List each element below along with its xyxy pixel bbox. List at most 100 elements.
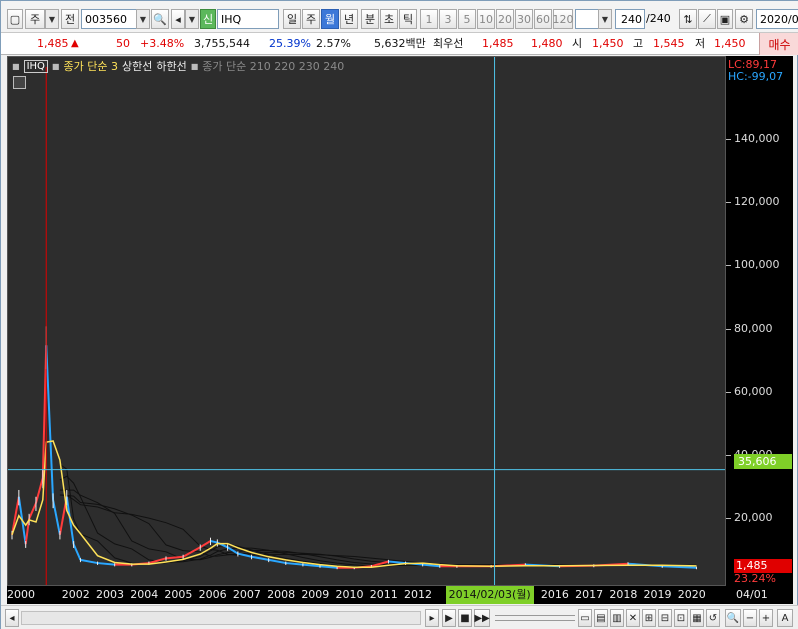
draw-tool-icon[interactable]: ⟋	[698, 9, 716, 29]
count-input[interactable]: 240	[615, 9, 645, 29]
y-tick-mark	[726, 202, 731, 204]
y-tick-label: 100,000	[734, 258, 780, 272]
legend-upper-band[interactable]: 상한선	[122, 58, 152, 74]
custom-interval-input[interactable]	[575, 9, 599, 29]
y-tick-mark	[726, 328, 731, 330]
cross-line-icon[interactable]: ✕	[626, 609, 640, 627]
grid-icon[interactable]: ⊟	[658, 609, 672, 627]
grid-toggle-icon[interactable]	[13, 76, 26, 89]
cursor-date-tag: 2014/02/03(월)	[445, 586, 534, 604]
scroll-right-icon[interactable]: ▸	[425, 609, 439, 627]
stop-icon[interactable]: ■	[458, 609, 472, 627]
gear-icon[interactable]: ⚙	[735, 9, 753, 29]
capture-icon[interactable]: ⊡	[674, 609, 688, 627]
buy-button[interactable]: 매수	[759, 33, 798, 55]
low-label: 저	[695, 37, 706, 50]
turnover-rate: 2.57%	[316, 37, 351, 50]
sound-icon[interactable]: ◂	[171, 9, 185, 29]
type-dropdown-icon[interactable]: ▼	[45, 9, 59, 29]
interval-20-button[interactable]: 20	[496, 9, 514, 29]
volume: 3,755,544	[194, 37, 250, 50]
print-icon[interactable]: ▦	[690, 609, 704, 627]
legend-marker-icon: ■	[12, 61, 20, 71]
price-segment	[268, 558, 286, 565]
save-icon[interactable]: ▣	[717, 9, 733, 29]
price-chart[interactable]: ■ IHQ ■ 종가 단순 3 상한선 하한선 ■ 종가 단순 210 220 …	[7, 56, 726, 586]
price-segment	[65, 496, 75, 545]
open-price: 1,450	[592, 37, 624, 50]
ma-long-line	[59, 463, 697, 568]
zoom-in-icon[interactable]: +	[759, 609, 773, 627]
x-tick-label: 2020	[677, 588, 706, 601]
x-tick-label: 2005	[164, 588, 193, 601]
custom-interval-dropdown-icon[interactable]: ▼	[598, 9, 612, 29]
scroll-left-icon[interactable]: ◂	[5, 609, 19, 627]
price-segment	[210, 539, 218, 544]
legend-lower-band[interactable]: 하한선	[156, 58, 186, 74]
date-input[interactable]: 2020/0	[756, 9, 798, 29]
speed-slider[interactable]	[495, 615, 575, 621]
price-segment	[97, 562, 115, 566]
chart-scrollbar[interactable]	[21, 611, 421, 625]
period-minute-button[interactable]: 분	[361, 9, 379, 29]
search-icon[interactable]: 🔍	[151, 9, 169, 29]
y-tick-label: 80,000	[734, 321, 773, 335]
zoom-icon[interactable]: 🔍	[725, 609, 741, 627]
period-year-button[interactable]: 년	[340, 9, 358, 29]
name-input[interactable]: IHQ	[217, 9, 279, 29]
play-icon[interactable]: ▶	[442, 609, 456, 627]
zoom-out-icon[interactable]: −	[743, 609, 757, 627]
period-second-label: 초	[383, 13, 395, 26]
interval-10-button[interactable]: 10	[477, 9, 495, 29]
fast-forward-icon[interactable]: ▶▶	[474, 609, 490, 627]
best-bid: 1,480	[531, 37, 563, 50]
open-label: 시	[572, 37, 583, 50]
period-day-button[interactable]: 일	[283, 9, 301, 29]
overlay-icon[interactable]: ▥	[610, 609, 624, 627]
legend-ma-group[interactable]: 종가 단순 210 220 230 240	[202, 58, 344, 74]
x-tick-label: 2018	[609, 588, 638, 601]
interval-label: 120	[552, 12, 574, 26]
y-tick-label: 60,000	[734, 384, 773, 398]
period-tick-button[interactable]: 틱	[399, 9, 417, 29]
interval-60-button[interactable]: 60	[534, 9, 552, 29]
period-day-label: 일	[286, 13, 298, 26]
layout-icon[interactable]: ▭	[578, 609, 592, 627]
x-tick-label: 2011	[369, 588, 398, 601]
period-second-button[interactable]: 초	[380, 9, 398, 29]
interval-30-button[interactable]: 30	[515, 9, 533, 29]
interval-label: 30	[517, 12, 531, 26]
split-icon[interactable]: ▤	[594, 609, 608, 627]
interval-120-button[interactable]: 120	[552, 9, 574, 29]
trade-amount: 5,632백만	[374, 37, 426, 50]
font-size-icon[interactable]: A	[777, 609, 793, 627]
candle-type-icon[interactable]: ⇅	[679, 9, 697, 29]
reset-icon[interactable]: ↺	[706, 609, 720, 627]
legend-symbol[interactable]: IHQ	[23, 59, 48, 73]
y-axis: LC:89,17 HC:-99,07 140,000 120,000 100,000…	[726, 56, 793, 586]
scope-button[interactable]: 전	[61, 9, 79, 29]
price-segment	[285, 562, 303, 566]
x-tick-label: 2016	[540, 588, 569, 601]
legend-marker-icon: ■	[51, 61, 60, 71]
period-month-button[interactable]: 월	[321, 9, 339, 29]
compare-icon[interactable]: ⊞	[642, 609, 656, 627]
code-dropdown-icon[interactable]: ▼	[136, 9, 150, 29]
period-week-button[interactable]: 주	[302, 9, 320, 29]
x-tick-label: 2003	[95, 588, 124, 601]
quote-bar: 1,485 ▲ 50 +3.48% 3,755,544 25.39% 2.57%…	[1, 33, 798, 55]
x-tick-label: 2007	[232, 588, 261, 601]
price-segment	[45, 345, 55, 500]
type-select[interactable]: 주	[25, 9, 45, 29]
legend-ma3[interactable]: 종가 단순 3	[63, 58, 117, 74]
toolbar: ▢ 주 ▼ 전 003560 ▼ 🔍 ◂ ▼ 신 IHQ 일 주 월 년 분 초…	[1, 1, 798, 33]
interval-5-button[interactable]: 5	[458, 9, 476, 29]
code-input[interactable]: 003560	[81, 9, 137, 29]
x-tick-label: 2010	[335, 588, 364, 601]
interval-1-button[interactable]: 1	[420, 9, 438, 29]
period-minute-label: 분	[364, 13, 376, 26]
sound-dropdown-icon[interactable]: ▼	[185, 9, 199, 29]
interval-3-button[interactable]: 3	[439, 9, 457, 29]
window-menu-icon[interactable]: ▢	[7, 9, 23, 29]
x-tick-label: 2012	[403, 588, 432, 601]
